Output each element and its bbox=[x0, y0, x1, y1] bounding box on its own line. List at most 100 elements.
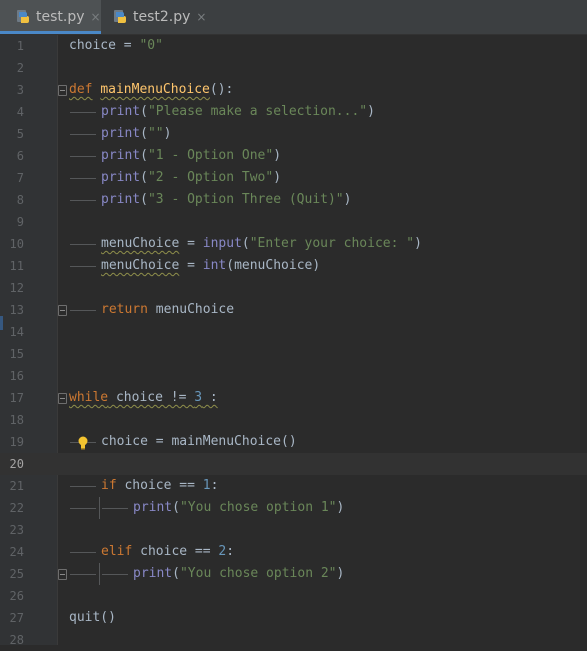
code-line[interactable]: 5 print("") bbox=[0, 123, 587, 145]
line-number: 12 bbox=[9, 281, 24, 295]
code-line[interactable]: 21 if choice == 1: bbox=[0, 475, 587, 497]
python-file-icon bbox=[16, 9, 32, 25]
code-line[interactable]: 18 bbox=[0, 409, 587, 431]
code-text: choice = "0" bbox=[69, 38, 163, 53]
line-number: 18 bbox=[9, 413, 24, 427]
line-number: 23 bbox=[9, 523, 24, 537]
line-number: 4 bbox=[16, 105, 24, 119]
code-text: print("3 - Option Three (Quit)") bbox=[101, 192, 352, 207]
tab-test-py[interactable]: test.py × bbox=[0, 0, 101, 34]
line-number: 2 bbox=[16, 61, 24, 75]
code-text: menuChoice = int(menuChoice) bbox=[101, 258, 321, 273]
line-number: 15 bbox=[9, 347, 24, 361]
line-number: 21 bbox=[9, 479, 24, 493]
code-editor[interactable]: 1 choice = "0" 2 3 def mainMenuChoice():… bbox=[0, 35, 587, 647]
indent-guide bbox=[70, 178, 96, 179]
indent-guide bbox=[70, 310, 96, 311]
line-number: 27 bbox=[9, 611, 24, 625]
code-line[interactable]: 17 while choice != 3 : bbox=[0, 387, 587, 409]
line-number: 28 bbox=[9, 633, 24, 647]
close-icon[interactable]: × bbox=[91, 10, 101, 24]
line-number: 25 bbox=[9, 567, 24, 581]
code-line[interactable]: 8 print("3 - Option Three (Quit)") bbox=[0, 189, 587, 211]
indent-guide bbox=[70, 244, 96, 245]
line-number: 10 bbox=[9, 237, 24, 251]
code-text: print("You chose option 1") bbox=[133, 500, 345, 515]
indent-guide bbox=[70, 508, 96, 509]
lightbulb-icon[interactable] bbox=[78, 435, 88, 450]
code-line[interactable]: 25 print("You chose option 2") bbox=[0, 563, 587, 585]
line-number: 17 bbox=[9, 391, 24, 405]
indent-guide bbox=[99, 563, 100, 585]
indent-guide bbox=[70, 134, 96, 135]
code-text: print("Please make a selection...") bbox=[101, 104, 375, 119]
code-line[interactable]: 12 bbox=[0, 277, 587, 299]
code-text: print("2 - Option Two") bbox=[101, 170, 282, 185]
code-text: def mainMenuChoice(): bbox=[69, 82, 234, 97]
line-number: 7 bbox=[16, 171, 24, 185]
code-line-current[interactable]: 20 bbox=[0, 453, 587, 475]
code-line[interactable]: 14 bbox=[0, 321, 587, 343]
indent-guide bbox=[70, 574, 96, 575]
code-text: menuChoice = input("Enter your choice: "… bbox=[101, 236, 422, 251]
code-line[interactable]: 11 menuChoice = int(menuChoice) bbox=[0, 255, 587, 277]
line-number: 9 bbox=[16, 215, 24, 229]
code-line[interactable]: 2 bbox=[0, 57, 587, 79]
line-number: 6 bbox=[16, 149, 24, 163]
indent-guide bbox=[70, 486, 96, 487]
indent-guide bbox=[70, 552, 96, 553]
line-number: 20 bbox=[9, 457, 24, 471]
code-line[interactable]: 6 print("1 - Option One") bbox=[0, 145, 587, 167]
tab-label: test.py bbox=[36, 9, 85, 25]
code-line[interactable]: 1 choice = "0" bbox=[0, 35, 587, 57]
code-text: quit() bbox=[69, 610, 116, 625]
close-icon[interactable]: × bbox=[196, 10, 206, 24]
fold-marker-icon[interactable] bbox=[58, 569, 67, 580]
indent-guide bbox=[102, 574, 128, 575]
line-number: 13 bbox=[9, 303, 24, 317]
line-number: 5 bbox=[16, 127, 24, 141]
line-number: 22 bbox=[9, 501, 24, 515]
indent-guide bbox=[99, 497, 100, 519]
code-line[interactable]: 16 bbox=[0, 365, 587, 387]
code-line[interactable]: 3 def mainMenuChoice(): bbox=[0, 79, 587, 101]
code-line[interactable]: 19 choice = mainMenuChoice() bbox=[0, 431, 587, 453]
fold-marker-icon[interactable] bbox=[58, 305, 67, 316]
line-number: 26 bbox=[9, 589, 24, 603]
code-line[interactable]: 10 menuChoice = input("Enter your choice… bbox=[0, 233, 587, 255]
code-line[interactable]: 9 bbox=[0, 211, 587, 233]
code-text: choice = mainMenuChoice() bbox=[101, 434, 297, 449]
indent-guide bbox=[70, 200, 96, 201]
line-number: 19 bbox=[9, 435, 24, 449]
code-line[interactable]: 4 print("Please make a selection...") bbox=[0, 101, 587, 123]
code-line[interactable]: 23 bbox=[0, 519, 587, 541]
tab-label: test2.py bbox=[133, 9, 191, 25]
fold-marker-icon[interactable] bbox=[58, 85, 67, 96]
fold-marker-icon[interactable] bbox=[58, 393, 67, 404]
code-line[interactable]: 28 bbox=[0, 629, 587, 651]
code-text: while choice != 3 : bbox=[69, 390, 218, 405]
code-line[interactable]: 27 quit() bbox=[0, 607, 587, 629]
line-number: 1 bbox=[16, 39, 24, 53]
code-text: print("") bbox=[101, 126, 172, 141]
code-text: print("You chose option 2") bbox=[133, 566, 345, 581]
indent-guide bbox=[70, 266, 96, 267]
code-text: return menuChoice bbox=[101, 302, 235, 317]
code-line[interactable]: 7 print("2 - Option Two") bbox=[0, 167, 587, 189]
indent-guide bbox=[102, 508, 128, 509]
code-line[interactable]: 26 bbox=[0, 585, 587, 607]
code-line[interactable]: 24 elif choice == 2: bbox=[0, 541, 587, 563]
code-text: if choice == 1: bbox=[101, 478, 219, 493]
indent-guide bbox=[70, 156, 96, 157]
code-line[interactable]: 22 print("You chose option 1") bbox=[0, 497, 587, 519]
code-line[interactable]: 13 return menuChoice bbox=[0, 299, 587, 321]
indent-guide bbox=[70, 112, 96, 113]
line-number: 8 bbox=[16, 193, 24, 207]
code-line[interactable]: 15 bbox=[0, 343, 587, 365]
line-number: 11 bbox=[9, 259, 24, 273]
tab-test2-py[interactable]: test2.py × bbox=[101, 0, 206, 34]
python-file-icon bbox=[113, 9, 129, 25]
line-number: 14 bbox=[9, 325, 24, 339]
line-number: 24 bbox=[9, 545, 24, 559]
code-text: elif choice == 2: bbox=[101, 544, 235, 559]
